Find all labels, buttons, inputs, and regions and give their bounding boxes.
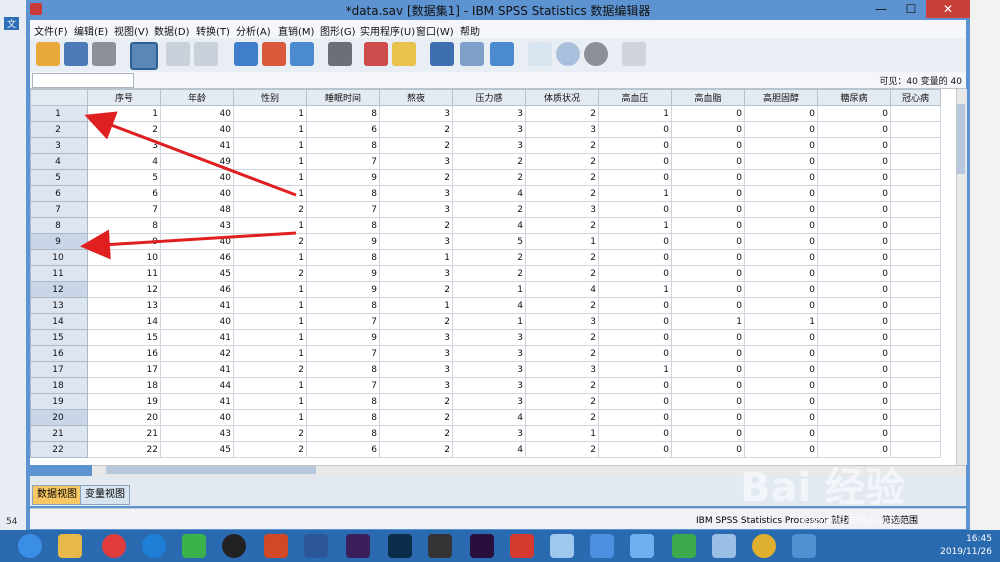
qq-icon[interactable] [222,534,246,558]
app-icon-1[interactable] [550,534,574,558]
app-icon-2[interactable] [590,534,614,558]
premiere-icon[interactable] [470,534,494,558]
start-icon[interactable] [18,534,42,558]
clock-date: 2019/11/26 [940,547,992,557]
app-icon-6[interactable] [792,534,816,558]
after-effects-icon[interactable] [346,534,370,558]
wps-icon[interactable] [510,534,534,558]
watermark-url: jingyan.baidu.com [798,513,900,526]
clock-time: 16:45 [966,534,992,544]
wechat-icon[interactable] [182,534,206,558]
system-clock[interactable]: 16:45 2019/11/26 [940,533,992,559]
video-editor-icon[interactable] [428,534,452,558]
k-app-icon[interactable] [142,534,166,558]
baidu-watermark: Bai 经验 [740,465,906,511]
chrome-icon[interactable] [752,534,776,558]
app-icon-4[interactable] [672,534,696,558]
app-icon-5[interactable] [712,534,736,558]
photoshop-icon[interactable] [388,534,412,558]
netease-music-icon[interactable] [102,534,126,558]
powerpoint-icon[interactable] [264,534,288,558]
annotation-arrow [80,229,297,260]
app-icon-3[interactable] [630,534,654,558]
taskbar: 16:45 2019/11/26 [0,530,1000,562]
word-icon[interactable] [304,534,328,558]
file-explorer-icon[interactable] [58,534,82,558]
annotation-arrow [84,111,297,197]
